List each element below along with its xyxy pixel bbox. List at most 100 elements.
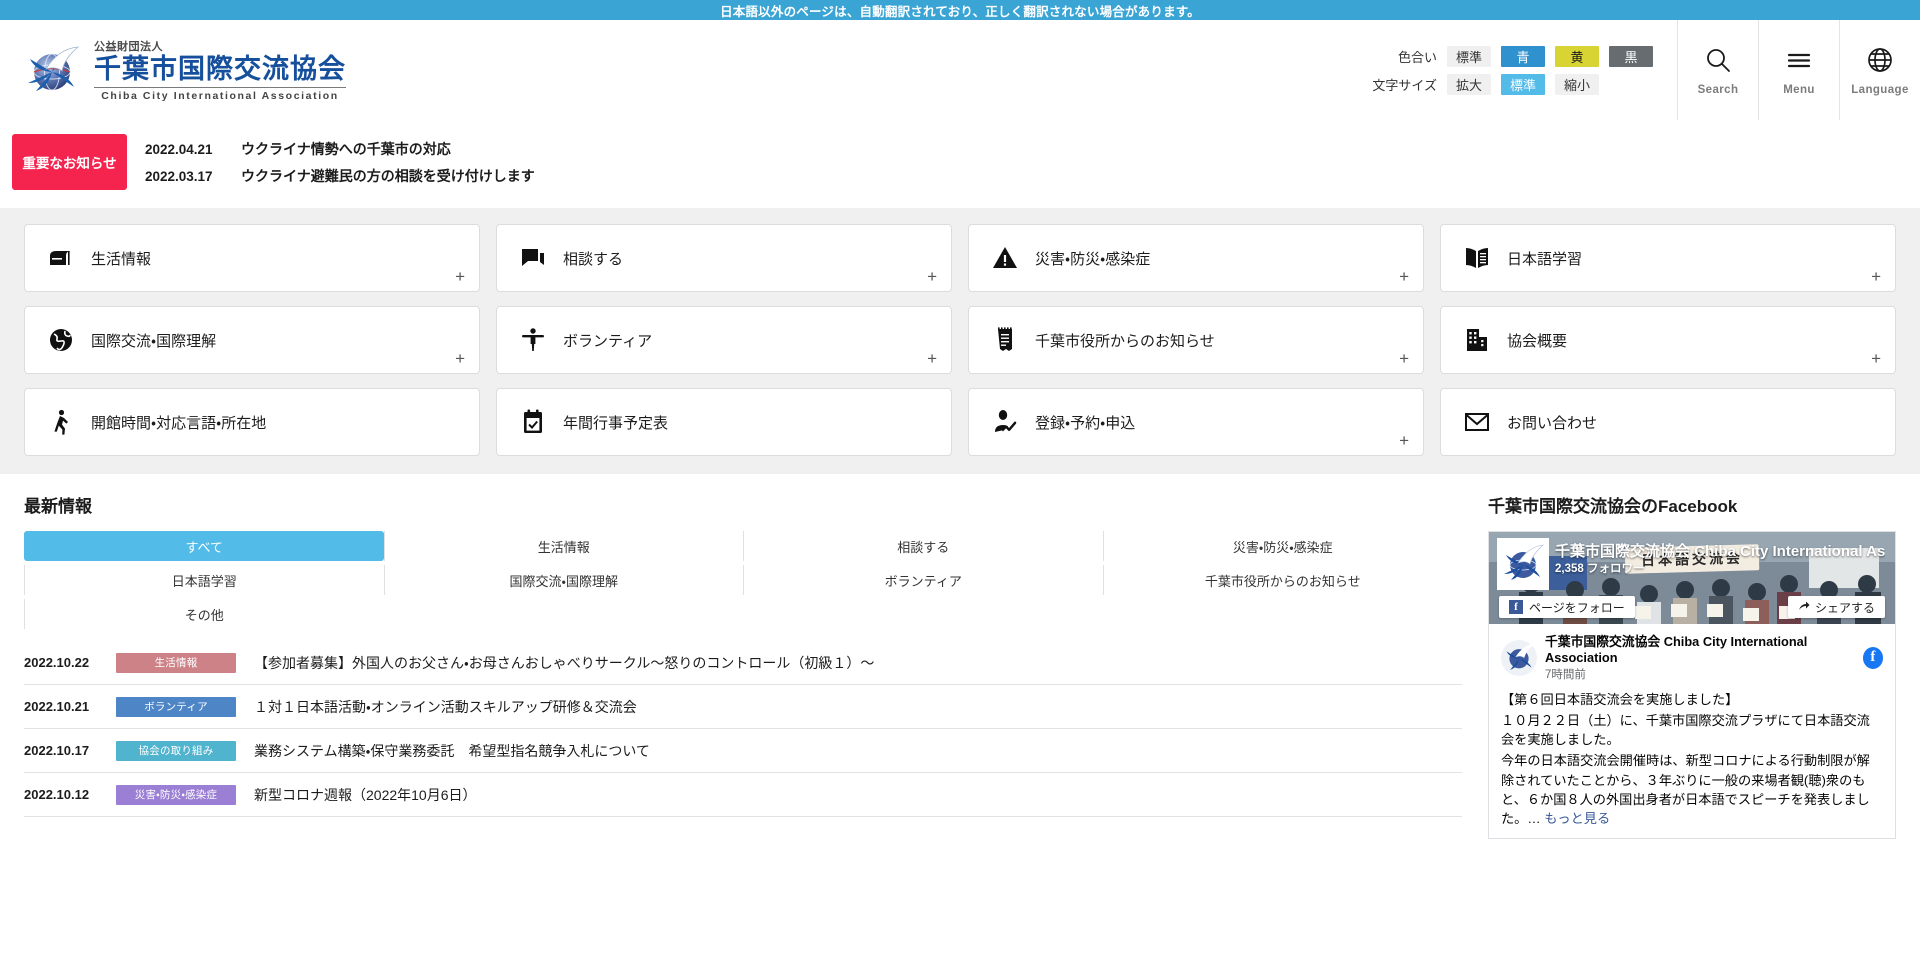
news-row[interactable]: 2022.10.22 生活情報 【参加者募集】外国人のお父さん・お母さんおしゃべ…	[24, 641, 1462, 685]
news-tab-international-exchange[interactable]: 国際交流・国際理解	[384, 565, 744, 595]
latest-news-section: 最新情報 すべて 生活情報 相談する 災害・防災・感染症 日本語学習 国際交流・…	[24, 492, 1462, 839]
font-size-standard[interactable]: 標準	[1501, 74, 1545, 95]
language-button[interactable]: Language	[1839, 20, 1920, 120]
open-book-icon	[1463, 244, 1491, 272]
expand-plus-icon[interactable]: +	[927, 350, 937, 367]
search-button[interactable]: Search	[1677, 20, 1758, 120]
category-card-label: 協会概要	[1507, 330, 1567, 351]
category-card-living-info[interactable]: 生活情報 +	[24, 224, 480, 292]
facebook-post-author: 千葉市国際交流協会 Chiba City International Assoc…	[1545, 634, 1855, 666]
site-header: 公益財団法人 千葉市国際交流協会 Chiba City Internationa…	[0, 20, 1920, 120]
category-card-contact[interactable]: お問い合わせ	[1440, 388, 1896, 456]
expand-plus-icon[interactable]: +	[455, 350, 465, 367]
facebook-page-plugin: 日本語交流会 千葉市国際交流協会 Chiba City Internationa…	[1488, 531, 1896, 839]
category-card-consultation[interactable]: 相談する +	[496, 224, 952, 292]
facebook-cover-photo: 日本語交流会 千葉市国際交流協会 Chiba City Internationa…	[1489, 532, 1895, 624]
notice-item[interactable]: 2022.04.21 ウクライナ情勢への千葉市の対応	[145, 139, 535, 159]
warning-triangle-icon	[991, 244, 1019, 272]
menu-button[interactable]: Menu	[1758, 20, 1839, 120]
category-card-city-hall-notices[interactable]: 千葉市役所からのお知らせ +	[968, 306, 1424, 374]
latest-news-title: 最新情報	[24, 492, 1462, 517]
facebook-share-button[interactable]: シェアする	[1788, 596, 1885, 618]
notice-title: ウクライナ避難民の方の相談を受け付けします	[241, 166, 535, 186]
category-card-label: 相談する	[563, 248, 623, 269]
news-tab-other[interactable]: その他	[24, 599, 384, 629]
share-arrow-icon	[1798, 600, 1810, 615]
category-card-association-overview[interactable]: 協会概要 +	[1440, 306, 1896, 374]
important-notice-badge[interactable]: 重要なお知らせ	[12, 134, 127, 190]
expand-plus-icon[interactable]: +	[1399, 268, 1409, 285]
font-size-larger[interactable]: 拡大	[1447, 74, 1491, 95]
news-title: １対１日本語活動・オンライン活動スキルアップ研修＆交流会	[254, 697, 637, 717]
news-row[interactable]: 2022.10.12 災害・防災・感染症 新型コロナ週報（2022年10月6日）	[24, 773, 1462, 817]
notice-date: 2022.03.17	[145, 169, 223, 184]
office-building-icon	[1463, 326, 1491, 354]
header-controls: 色合い 標準 青 黄 黒 文字サイズ 拡大 標準 縮小 Search	[1365, 20, 1920, 120]
category-cards-section: 生活情報 + 相談する + 災害・防災・感染症 +	[0, 208, 1920, 474]
news-row[interactable]: 2022.10.21 ボランティア １対１日本語活動・オンライン活動スキルアップ…	[24, 685, 1462, 729]
news-date: 2022.10.17	[24, 743, 98, 758]
org-name-ja: 千葉市国際交流協会	[94, 54, 346, 85]
news-date: 2022.10.22	[24, 655, 98, 670]
news-tab-volunteer[interactable]: ボランティア	[743, 565, 1103, 595]
facebook-section: 千葉市国際交流協会のFacebook	[1488, 492, 1896, 839]
news-title: 業務システム構築・保守業務委託 希望型指名競争入札について	[254, 741, 650, 761]
menu-icon	[1784, 45, 1814, 78]
expand-plus-icon[interactable]: +	[927, 268, 937, 285]
search-icon	[1703, 45, 1733, 78]
facebook-see-more-link[interactable]: もっと見る	[1544, 811, 1610, 826]
mailbox-icon	[47, 244, 75, 272]
facebook-post: 千葉市国際交流協会 Chiba City International Assoc…	[1489, 624, 1895, 838]
news-tab-disaster[interactable]: 災害・防災・感染症	[1103, 531, 1463, 561]
category-card-disaster[interactable]: 災害・防災・感染症 +	[968, 224, 1424, 292]
envelope-icon	[1463, 408, 1491, 436]
category-card-hours-languages-location[interactable]: 開館時間・対応言語・所在地	[24, 388, 480, 456]
news-tab-spacer	[384, 599, 744, 629]
color-option-yellow[interactable]: 黄	[1555, 46, 1599, 67]
category-card-label: 開館時間・対応言語・所在地	[91, 412, 266, 433]
news-category-badge: ボランティア	[116, 697, 236, 717]
category-card-registration-reservation[interactable]: 登録・予約・申込 +	[968, 388, 1424, 456]
font-size-setting: 文字サイズ 拡大 標準 縮小	[1365, 74, 1653, 95]
important-notice-list: 2022.04.21 ウクライナ情勢への千葉市の対応 2022.03.17 ウク…	[145, 139, 535, 186]
news-tab-all[interactable]: すべて	[24, 531, 384, 561]
news-title: 新型コロナ週報（2022年10月6日）	[254, 785, 477, 805]
expand-plus-icon[interactable]: +	[1399, 350, 1409, 367]
facebook-follow-button[interactable]: f ページをフォロー	[1499, 596, 1635, 618]
expand-plus-icon[interactable]: +	[1399, 432, 1409, 449]
news-date: 2022.10.12	[24, 787, 98, 802]
news-tab-city-hall[interactable]: 千葉市役所からのお知らせ	[1103, 565, 1463, 595]
news-tab-living-info[interactable]: 生活情報	[384, 531, 744, 561]
facebook-post-header: 千葉市国際交流協会 Chiba City International Assoc…	[1501, 634, 1883, 682]
category-card-label: お問い合わせ	[1507, 412, 1597, 433]
news-tab-consultation[interactable]: 相談する	[743, 531, 1103, 561]
category-card-annual-events[interactable]: 年間行事予定表	[496, 388, 952, 456]
facebook-post-line-2: １０月２２日（土）に、千葉市国際交流プラザにて日本語交流会を実施しました。	[1501, 711, 1883, 749]
facebook-follower-count: 2,358 フォロワー	[1555, 560, 1644, 576]
news-tab-japanese-study[interactable]: 日本語学習	[24, 565, 384, 595]
expand-plus-icon[interactable]: +	[455, 268, 465, 285]
expand-plus-icon[interactable]: +	[1871, 350, 1881, 367]
category-card-japanese-study[interactable]: 日本語学習 +	[1440, 224, 1896, 292]
news-title: 【参加者募集】外国人のお父さん・お母さんおしゃべりサークル〜怒りのコントロール（…	[254, 653, 874, 673]
category-card-label: 生活情報	[91, 248, 151, 269]
facebook-post-line-1: 【第６回日本語交流会を実施しました】	[1501, 690, 1883, 709]
color-option-black[interactable]: 黒	[1609, 46, 1653, 67]
category-card-international-exchange[interactable]: 国際交流・国際理解 +	[24, 306, 480, 374]
category-card-volunteer[interactable]: ボランティア +	[496, 306, 952, 374]
language-icon	[1865, 45, 1895, 78]
font-size-smaller[interactable]: 縮小	[1555, 74, 1599, 95]
calendar-check-icon	[519, 408, 547, 436]
color-option-blue[interactable]: 青	[1501, 46, 1545, 67]
site-logo[interactable]: 公益財団法人 千葉市国際交流協会 Chiba City Internationa…	[0, 38, 346, 102]
expand-plus-icon[interactable]: +	[1871, 268, 1881, 285]
auto-translation-notice-bar: 日本語以外のページは、自動翻訳されており、正しく翻訳されない場合があります。	[0, 0, 1920, 20]
color-option-standard[interactable]: 標準	[1447, 46, 1491, 67]
facebook-share-button-label: シェアする	[1815, 599, 1875, 616]
notice-item[interactable]: 2022.03.17 ウクライナ避難民の方の相談を受け付けします	[145, 166, 535, 186]
news-row[interactable]: 2022.10.17 協会の取り組み 業務システム構築・保守業務委託 希望型指名…	[24, 729, 1462, 773]
category-card-label: 登録・予約・申込	[1035, 412, 1135, 433]
globe-icon	[47, 326, 75, 354]
important-notice-bar: 重要なお知らせ 2022.04.21 ウクライナ情勢への千葉市の対応 2022.…	[0, 120, 1920, 208]
news-category-badge: 生活情報	[116, 653, 236, 673]
